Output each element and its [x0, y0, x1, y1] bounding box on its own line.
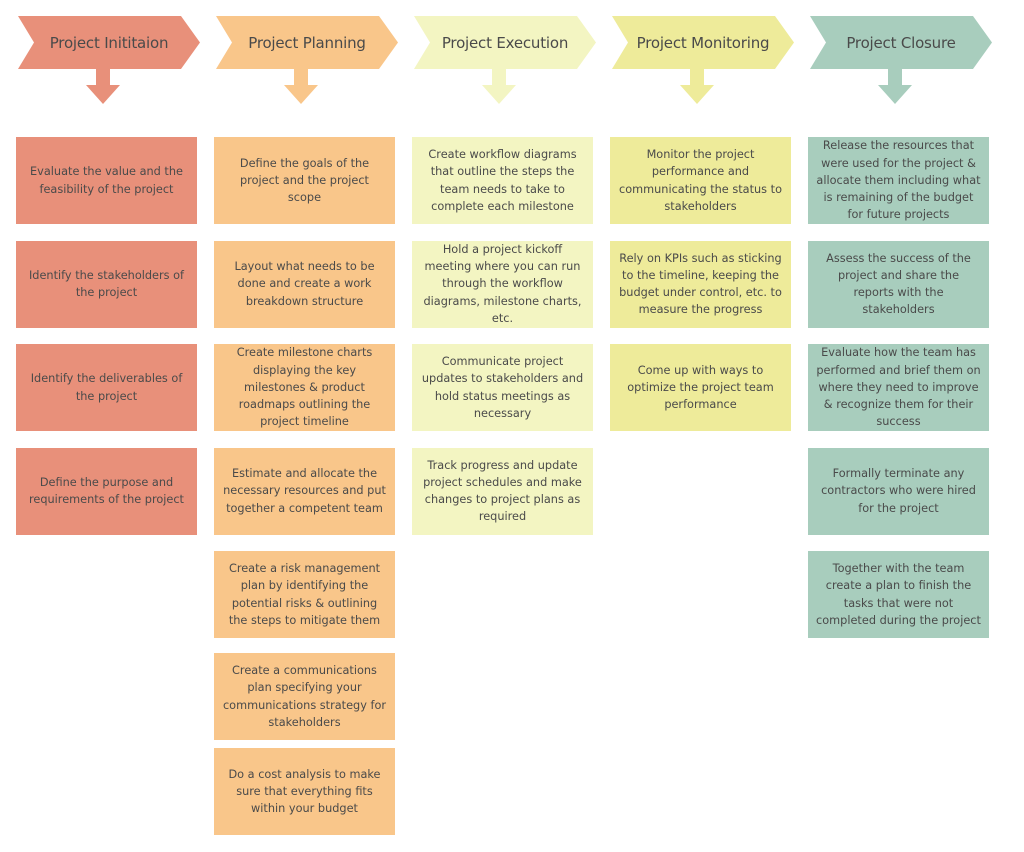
task-box: Track progress and update project schedu…: [412, 447, 593, 535]
task-box: Monitor the project performance and comm…: [610, 137, 791, 224]
down-arrow-icon: [482, 69, 516, 104]
task-box: Create workflow diagrams that outline th…: [412, 137, 593, 224]
down-arrow-icon: [86, 69, 120, 104]
task-box: Identify the deliverables of the project: [16, 344, 197, 431]
phase-column: Project Inititaion Evaluate the value and…: [0, 0, 200, 852]
down-arrow-icon: [878, 69, 912, 104]
phase-title: Project Inititaion: [49, 33, 169, 52]
task-box: Formally terminate any contractors who w…: [808, 447, 989, 535]
down-arrow-icon: [680, 69, 714, 104]
phase-title: Project Execution: [441, 33, 569, 52]
phase-header-chevron: Project Planning: [216, 16, 398, 69]
task-box: Create milestone charts displaying the k…: [214, 344, 395, 431]
task-box: Communicate project updates to stakehold…: [412, 344, 593, 431]
phase-header-chevron: Project Inititaion: [18, 16, 200, 69]
phase-column: Project Planning Define the goals of the …: [198, 0, 398, 852]
task-box: Evaluate the value and the feasibility o…: [16, 137, 197, 224]
task-box: Assess the success of the project and sh…: [808, 240, 989, 328]
task-box: Rely on KPIs such as sticking to the tim…: [610, 240, 791, 328]
task-box: Estimate and allocate the necessary reso…: [214, 447, 395, 535]
phase-title: Project Closure: [846, 33, 956, 52]
phase-header-chevron: Project Execution: [414, 16, 596, 69]
task-box: Evaluate how the team has performed and …: [808, 344, 989, 431]
phase-title: Project Monitoring: [636, 33, 770, 52]
phase-title: Project Planning: [248, 33, 366, 52]
task-box: Define the purpose and requirements of t…: [16, 447, 197, 535]
task-box: Identify the stakeholders of the project: [16, 240, 197, 328]
phase-column: Project Closure Release the resources tha…: [792, 0, 992, 852]
phase-column: Project Monitoring Monitor the project pe…: [594, 0, 794, 852]
task-box: Define the goals of the project and the …: [214, 137, 395, 224]
task-box: Hold a project kickoff meeting where you…: [412, 240, 593, 328]
phase-header-chevron: Project Monitoring: [612, 16, 794, 69]
task-box: Create a risk management plan by identif…: [214, 551, 395, 638]
task-box: Together with the team create a plan to …: [808, 551, 989, 638]
phase-column: Project Execution Create workflow diagram…: [396, 0, 596, 852]
task-box: Create a communications plan specifying …: [214, 653, 395, 740]
task-box: Release the resources that were used for…: [808, 137, 989, 224]
phase-header-chevron: Project Closure: [810, 16, 992, 69]
task-box: Layout what needs to be done and create …: [214, 240, 395, 328]
task-box: Do a cost analysis to make sure that eve…: [214, 748, 395, 835]
task-box: Come up with ways to optimize the projec…: [610, 344, 791, 431]
down-arrow-icon: [284, 69, 318, 104]
